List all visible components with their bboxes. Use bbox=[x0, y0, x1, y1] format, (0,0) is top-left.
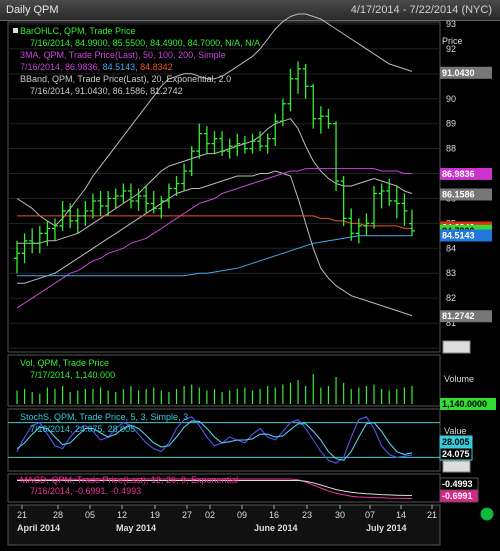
time-axis-month-label: July 2014 bbox=[366, 523, 407, 533]
macd-value-tag-label: -0.6991 bbox=[442, 491, 473, 501]
price-legend-entry: BBand, QPM, Trade Price(Last), 20, Expon… bbox=[20, 74, 231, 84]
volume-value-tag-label: 1,140.0000 bbox=[442, 399, 487, 409]
time-axis-day-label: 28 bbox=[53, 510, 63, 520]
price-value-tag-label: 86.9836 bbox=[442, 169, 475, 179]
time-axis-day-label: 23 bbox=[302, 510, 312, 520]
price-tick-label: 93 bbox=[446, 19, 456, 29]
price-tick-label: 82 bbox=[446, 293, 456, 303]
time-axis-day-label: 21 bbox=[17, 510, 27, 520]
stochastic-value-tag-label: 28.005 bbox=[442, 437, 470, 447]
price-tick-label: 83 bbox=[446, 268, 456, 278]
volume-legend-entry: Vol, QPM, Trade Price bbox=[20, 358, 109, 368]
price-value-tag-label: 81.2742 bbox=[442, 311, 475, 321]
price-tick-label: 84 bbox=[446, 243, 456, 253]
time-axis-day-label: 09 bbox=[237, 510, 247, 520]
time-axis-day-label: 12 bbox=[117, 510, 127, 520]
price-auto-label: Auto bbox=[447, 342, 466, 352]
price-value-tag-label: 84.5143 bbox=[442, 230, 475, 240]
stochastic-axis-header: Value bbox=[444, 426, 466, 436]
macd-legend-entry: MACD, QPM, Trade Price(Last), 12, 26, 9,… bbox=[20, 475, 238, 485]
price-value-tag-label: 86.1586 bbox=[442, 190, 475, 200]
stochastic-legend-entry: StochS, QPM, Trade Price, 5, 3, Simple, … bbox=[20, 412, 188, 422]
price-legend-entry: 7/16/2014, 84.9900, 85.5500, 84.4900, 84… bbox=[30, 38, 260, 48]
chart-canvas: BarOHLC, QPM, Trade Price 7/16/2014, 84.9… bbox=[7, 13, 496, 546]
price-tick-label: 88 bbox=[446, 144, 456, 154]
stochastic-value-tag-label: 24.075 bbox=[442, 449, 470, 459]
price-axis-header: Price bbox=[442, 36, 463, 46]
price-value-tag-label: 91.0430 bbox=[442, 68, 475, 78]
macd-legend-entry: 7/16/2014, -0.6991, -0.4993 bbox=[30, 486, 141, 496]
price-legend-entry: 3MA, QPM, Trade Price(Last), 50, 100, 20… bbox=[20, 50, 226, 60]
volume-axis-header: Volume bbox=[444, 374, 474, 384]
time-axis-day-label: 27 bbox=[182, 510, 192, 520]
time-axis-day-label: 16 bbox=[269, 510, 279, 520]
time-axis-month-label: June 2014 bbox=[254, 523, 298, 533]
time-axis-month-label: May 2014 bbox=[116, 523, 156, 533]
legend-toggle-icon[interactable] bbox=[13, 28, 18, 33]
time-axis-day-label: 21 bbox=[427, 510, 437, 520]
time-axis-day-label: 05 bbox=[85, 510, 95, 520]
price-tick-label: 90 bbox=[446, 94, 456, 104]
macd-value-tag-label: -0.4993 bbox=[442, 479, 473, 489]
stochastic-auto-label: Auto bbox=[447, 461, 466, 471]
price-legend-entry: BarOHLC, QPM, Trade Price bbox=[20, 26, 136, 36]
time-axis-day-label: 07 bbox=[365, 510, 375, 520]
time-axis-month-label: April 2014 bbox=[17, 523, 60, 533]
time-axis-day-label: 19 bbox=[150, 510, 160, 520]
time-axis-day-label: 02 bbox=[205, 510, 215, 520]
stochastic-legend-entry: 7/16/2014, 24.075, 28.005 bbox=[30, 424, 135, 434]
time-axis-day-label: 14 bbox=[396, 510, 406, 520]
price-legend-entry: 7/16/2014, 91.0430, 86.1586, 81.2742 bbox=[30, 86, 183, 96]
volume-legend-entry: 7/17/2014, 1,140.000 bbox=[30, 370, 115, 380]
status-indicator[interactable] bbox=[480, 507, 494, 521]
price-legend-entry: 7/16/2014, 86.9836, 84.5143, 84.8342 bbox=[20, 62, 173, 72]
price-tick-label: 89 bbox=[446, 119, 456, 129]
time-axis-day-label: 30 bbox=[335, 510, 345, 520]
